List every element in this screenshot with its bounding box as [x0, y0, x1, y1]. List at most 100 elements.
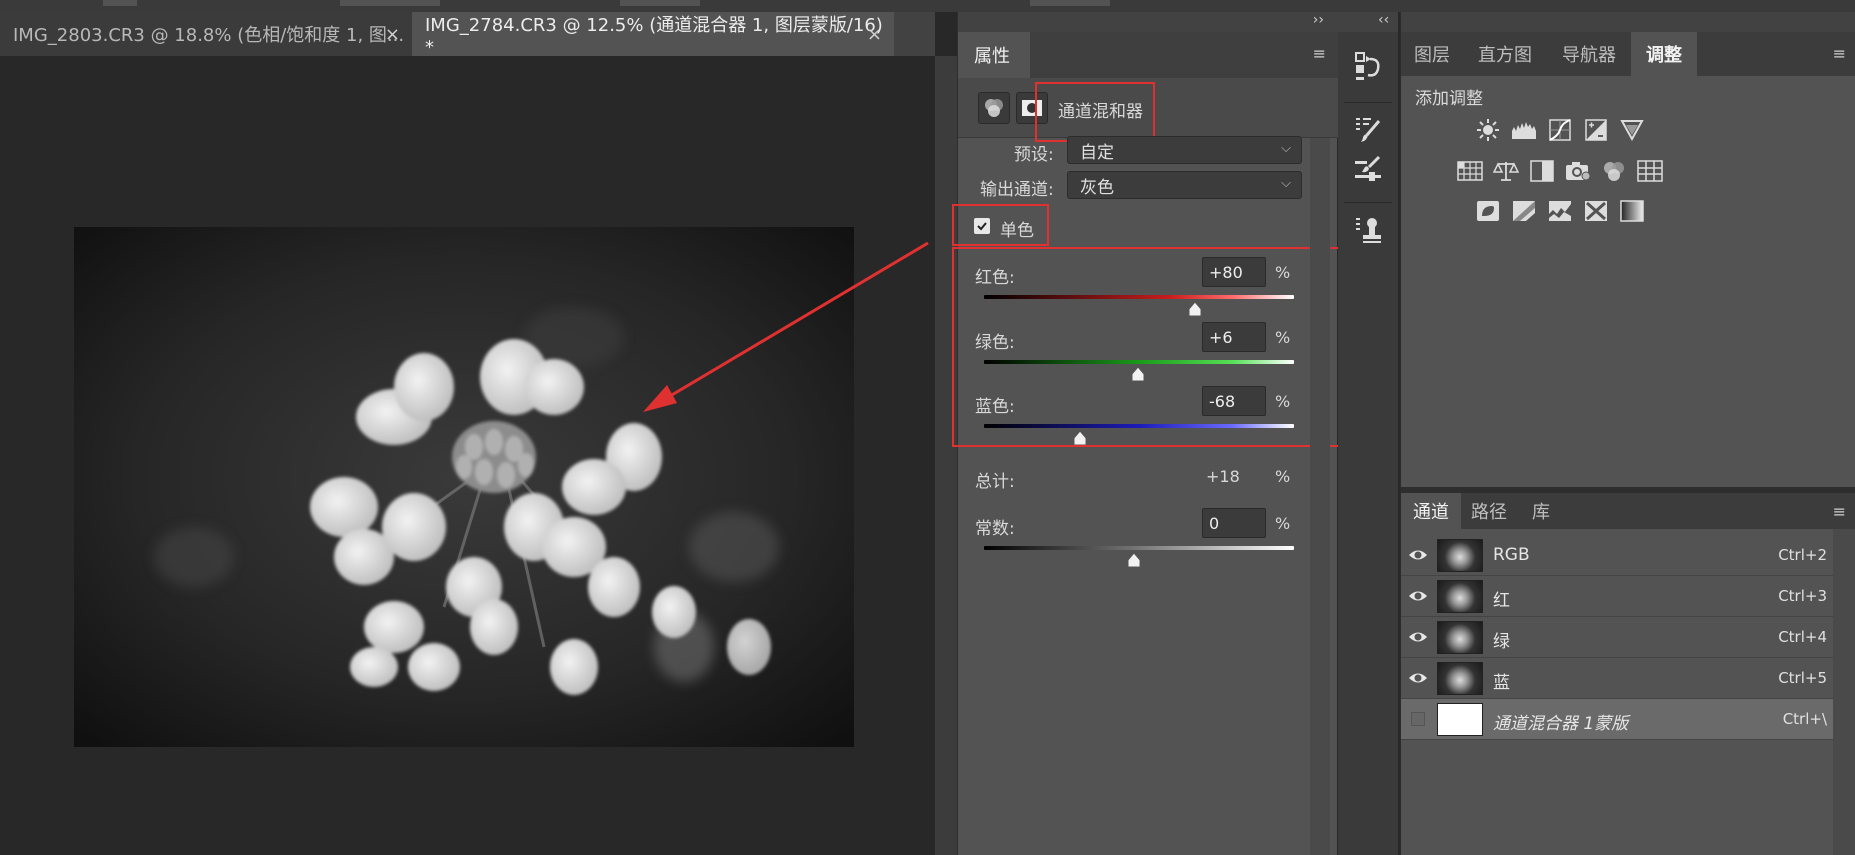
tab-paths[interactable]: 路径 [1461, 493, 1517, 529]
toolbar-fragment [1030, 0, 1110, 6]
toolbar-fragment [340, 0, 440, 6]
tab-properties-label: 属性 [974, 46, 1010, 67]
mask-thumbnail [1437, 703, 1483, 736]
adjustment-header: 通道混和器 [958, 78, 1338, 142]
tab-histogram[interactable]: 直方图 [1463, 32, 1547, 76]
properties-panel: ›› 属性 ≡ 通道混和器 预设: 自定 ⌵ 输出通道: 灰色 ⌵ 单色 红色:… [952, 12, 1364, 855]
channel-name: RGB [1493, 545, 1530, 565]
channel-row-rgb[interactable]: RGB Ctrl+2 [1401, 535, 1833, 576]
tab-layers[interactable]: 图层 [1401, 32, 1463, 76]
close-icon[interactable]: × [867, 24, 882, 45]
divider [1344, 202, 1392, 203]
curves-icon[interactable] [1546, 116, 1574, 144]
history-icon[interactable] [1347, 48, 1389, 84]
channel-mixer-icon[interactable] [1600, 157, 1628, 185]
visibility-toggle[interactable] [1411, 712, 1425, 726]
constant-value-field[interactable]: 0 [1202, 508, 1266, 538]
channel-row-blue[interactable]: 蓝 Ctrl+5 [1401, 658, 1833, 699]
expand-panel-icon[interactable]: ‹‹ [1378, 12, 1389, 28]
brightness-icon[interactable] [1474, 116, 1502, 144]
preset-value: 自定 [1080, 142, 1114, 163]
preset-label: 预设: [1014, 145, 1054, 165]
levels-icon[interactable] [1510, 116, 1538, 144]
tab-libraries[interactable]: 库 [1517, 493, 1565, 529]
invert-icon[interactable] [1474, 197, 1502, 225]
eye-icon[interactable] [1408, 546, 1428, 564]
channel-name: 通道混合器 1蒙版 [1493, 714, 1629, 734]
black-white-icon[interactable] [1528, 157, 1556, 185]
channel-shortcut: Ctrl+2 [1778, 546, 1827, 564]
close-icon[interactable]: × [385, 24, 400, 45]
channel-row-green[interactable]: 绿 Ctrl+4 [1401, 617, 1833, 658]
collapsed-panel-topbar: ‹‹ [1338, 12, 1398, 32]
brush-settings-icon[interactable] [1347, 152, 1389, 188]
tab-label: 导航器 [1562, 45, 1616, 66]
channel-row-mask[interactable]: 通道混合器 1蒙版 Ctrl+\ [1401, 699, 1833, 740]
collapse-panel-icon[interactable]: ›› [1313, 12, 1324, 28]
eye-icon[interactable] [1408, 669, 1428, 687]
right-panel-topbar [1401, 12, 1855, 32]
eye-icon[interactable] [1408, 628, 1428, 646]
photo-filter-icon[interactable] [1564, 157, 1592, 185]
output-channel-value: 灰色 [1080, 177, 1114, 198]
chevron-down-icon: ⌵ [1281, 176, 1291, 191]
tab-properties[interactable]: 属性 [958, 32, 1030, 78]
posterize-icon[interactable] [1510, 197, 1538, 225]
channel-shortcut: Ctrl+4 [1778, 628, 1827, 646]
highlight-box [952, 204, 1049, 246]
canvas-scrollbar[interactable] [935, 56, 957, 855]
canvas-image[interactable] [74, 227, 854, 747]
tab-label: 直方图 [1478, 45, 1532, 66]
tab-label: 图层 [1414, 45, 1450, 66]
properties-scrollbar[interactable] [1310, 138, 1330, 855]
vibrance-icon[interactable] [1618, 116, 1646, 144]
channel-mixer-icon[interactable] [978, 92, 1010, 124]
hue-saturation-icon[interactable] [1456, 157, 1484, 185]
highlight-box [952, 247, 1364, 447]
channels-menu-icon[interactable]: ≡ [1833, 502, 1846, 521]
document-tab-title: IMG_2803.CR3 @ 18.8% (色相/饱和度 1, 图... [13, 25, 405, 46]
channel-shortcut: Ctrl+5 [1778, 669, 1827, 687]
channels-scrollbar[interactable] [1833, 529, 1855, 855]
toolbar-fragment [103, 0, 137, 6]
brush-presets-icon[interactable] [1347, 112, 1389, 148]
properties-menu-icon[interactable]: ≡ [1313, 44, 1326, 63]
constant-slider-handle[interactable] [1126, 552, 1142, 568]
output-channel-label: 输出通道: [980, 180, 1054, 200]
tab-label: 调整 [1646, 45, 1682, 66]
channel-thumbnail [1437, 621, 1483, 654]
constant-label: 常数: [975, 519, 1015, 539]
flower-photo-bw [74, 227, 854, 747]
tab-label: 路径 [1471, 502, 1507, 523]
constant-slider-track[interactable] [984, 546, 1294, 550]
tab-adjustments[interactable]: 调整 [1631, 32, 1697, 76]
tab-navigator[interactable]: 导航器 [1547, 32, 1631, 76]
gradient-map-icon[interactable] [1618, 197, 1646, 225]
preset-dropdown[interactable]: 自定 ⌵ [1067, 136, 1302, 164]
channel-shortcut: Ctrl+\ [1782, 710, 1827, 728]
color-balance-icon[interactable] [1492, 157, 1520, 185]
document-tab-1[interactable]: IMG_2803.CR3 @ 18.8% (色相/饱和度 1, 图... × [0, 12, 412, 56]
percent-sign: % [1275, 514, 1291, 533]
exposure-icon[interactable] [1582, 116, 1610, 144]
threshold-icon[interactable] [1546, 197, 1574, 225]
eye-icon[interactable] [1408, 587, 1428, 605]
channel-row-red[interactable]: 红 Ctrl+3 [1401, 576, 1833, 617]
tab-channels[interactable]: 通道 [1401, 493, 1461, 529]
selective-color-icon[interactable] [1582, 197, 1610, 225]
total-label: 总计: [975, 472, 1015, 492]
properties-panel-topbar: ›› [958, 12, 1338, 32]
color-lookup-icon[interactable] [1636, 157, 1664, 185]
channel-shortcut: Ctrl+3 [1778, 587, 1827, 605]
divider [1344, 102, 1392, 103]
clone-source-icon[interactable] [1347, 212, 1389, 248]
document-tab-2[interactable]: IMG_2784.CR3 @ 12.5% (通道混合器 1, 图层蒙版/16) … [412, 12, 894, 58]
channel-thumbnail [1437, 662, 1483, 695]
properties-header: 属性 ≡ [958, 32, 1338, 78]
output-channel-dropdown[interactable]: 灰色 ⌵ [1067, 171, 1302, 199]
highlight-box [1035, 82, 1155, 142]
percent-sign: % [1275, 467, 1291, 486]
total-value: +18 [1206, 467, 1240, 486]
adjustments-menu-icon[interactable]: ≡ [1833, 44, 1846, 63]
document-tab-bar: IMG_2803.CR3 @ 18.8% (色相/饱和度 1, 图... × I… [0, 12, 935, 58]
